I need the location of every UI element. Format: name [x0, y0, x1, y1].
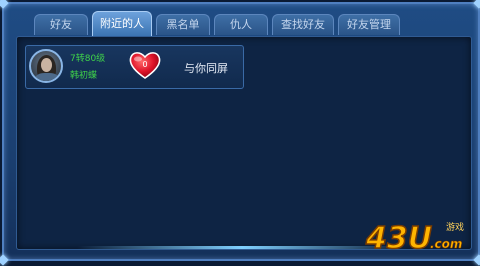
heart-icon[interactable]: 0 [128, 50, 162, 80]
tab-nearby[interactable]: 附近的人 [92, 11, 152, 36]
tab-friends[interactable]: 好友 [34, 14, 88, 35]
svg-text:.com: .com [430, 237, 462, 251]
corner-ornament-tl [0, 0, 9, 9]
43u-logo: 43U .com 游戏 [364, 220, 464, 256]
tab-find-friends[interactable]: 查找好友 [272, 14, 334, 35]
svg-text:43U: 43U [365, 221, 432, 256]
corner-ornament-tr [473, 0, 480, 9]
player-name: 韩初蝶 [70, 71, 98, 81]
player-level: 7转80级 [70, 54, 106, 64]
bottom-glow [77, 246, 407, 249]
player-card[interactable]: 7转80级 韩初蝶 0 与你同屏 [25, 45, 244, 89]
tab-enemies[interactable]: 仇人 [214, 14, 268, 35]
svg-text:游戏: 游戏 [446, 221, 464, 233]
heart-count: 0 [142, 60, 147, 69]
corner-ornament-bl [0, 254, 9, 266]
avatar[interactable] [29, 49, 63, 83]
tab-friend-management[interactable]: 好友管理 [338, 14, 400, 35]
corner-ornament-br [473, 254, 480, 266]
same-screen-label: 与你同屏 [184, 62, 228, 75]
tab-blacklist[interactable]: 黑名单 [156, 14, 210, 35]
